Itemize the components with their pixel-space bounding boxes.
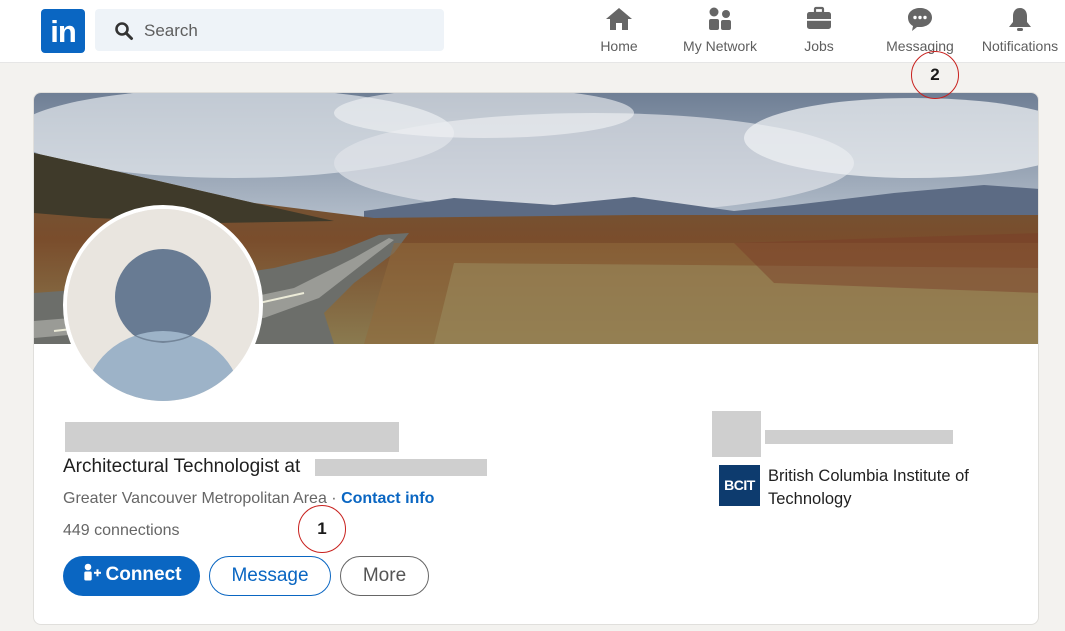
home-icon: [606, 8, 632, 30]
education-name[interactable]: British Columbia Institute of Technology: [768, 465, 1028, 511]
global-nav: in Search Home My Network Jobs Messaging…: [0, 0, 1065, 63]
search-icon: [115, 22, 133, 40]
nav-notifications-label: Notifications: [981, 38, 1059, 54]
network-icon: [709, 7, 731, 30]
connections-count[interactable]: 449 connections: [63, 522, 180, 540]
default-person-icon: [67, 209, 259, 401]
message-button[interactable]: Message: [209, 556, 331, 596]
add-person-icon: [83, 563, 101, 581]
nav-home-label: Home: [600, 38, 638, 54]
nav-messaging[interactable]: Messaging: [880, 6, 960, 58]
nav-home[interactable]: Home: [592, 6, 646, 58]
search-input[interactable]: Search: [95, 9, 444, 51]
search-placeholder: Search: [144, 21, 198, 40]
redacted-name: [65, 422, 399, 452]
nav-my-network-label: My Network: [683, 38, 757, 54]
more-button[interactable]: More: [340, 556, 429, 596]
location-text: Greater Vancouver Metropolitan Area: [63, 490, 327, 507]
redacted-company-name: [765, 430, 953, 444]
nav-jobs[interactable]: Jobs: [792, 6, 846, 58]
profile-card: Architectural Technologist at Greater Va…: [33, 92, 1039, 625]
annotation-marker-2: 2: [911, 51, 959, 99]
profile-headline: Architectural Technologist at: [63, 456, 301, 477]
connect-button[interactable]: Connect: [63, 556, 200, 596]
chat-icon: [908, 8, 932, 31]
briefcase-icon: [807, 6, 831, 29]
contact-info-link[interactable]: Contact info: [341, 490, 434, 507]
nav-messaging-label: Messaging: [886, 38, 954, 54]
profile-avatar[interactable]: [63, 205, 263, 405]
location-separator: ·: [326, 490, 342, 507]
redacted-company-logo: [712, 411, 761, 457]
nav-my-network[interactable]: My Network: [676, 6, 764, 58]
bell-icon: [1009, 8, 1031, 31]
bcit-logo[interactable]: BCIT: [719, 465, 760, 506]
linkedin-logo[interactable]: in: [41, 9, 85, 53]
annotation-marker-1: 1: [298, 505, 346, 553]
connect-button-label: Connect: [105, 564, 182, 585]
nav-jobs-label: Jobs: [804, 38, 834, 54]
nav-notifications[interactable]: Notifications: [975, 6, 1065, 58]
redacted-company: [315, 459, 487, 476]
profile-location: Greater Vancouver Metropolitan Area · Co…: [63, 490, 434, 508]
